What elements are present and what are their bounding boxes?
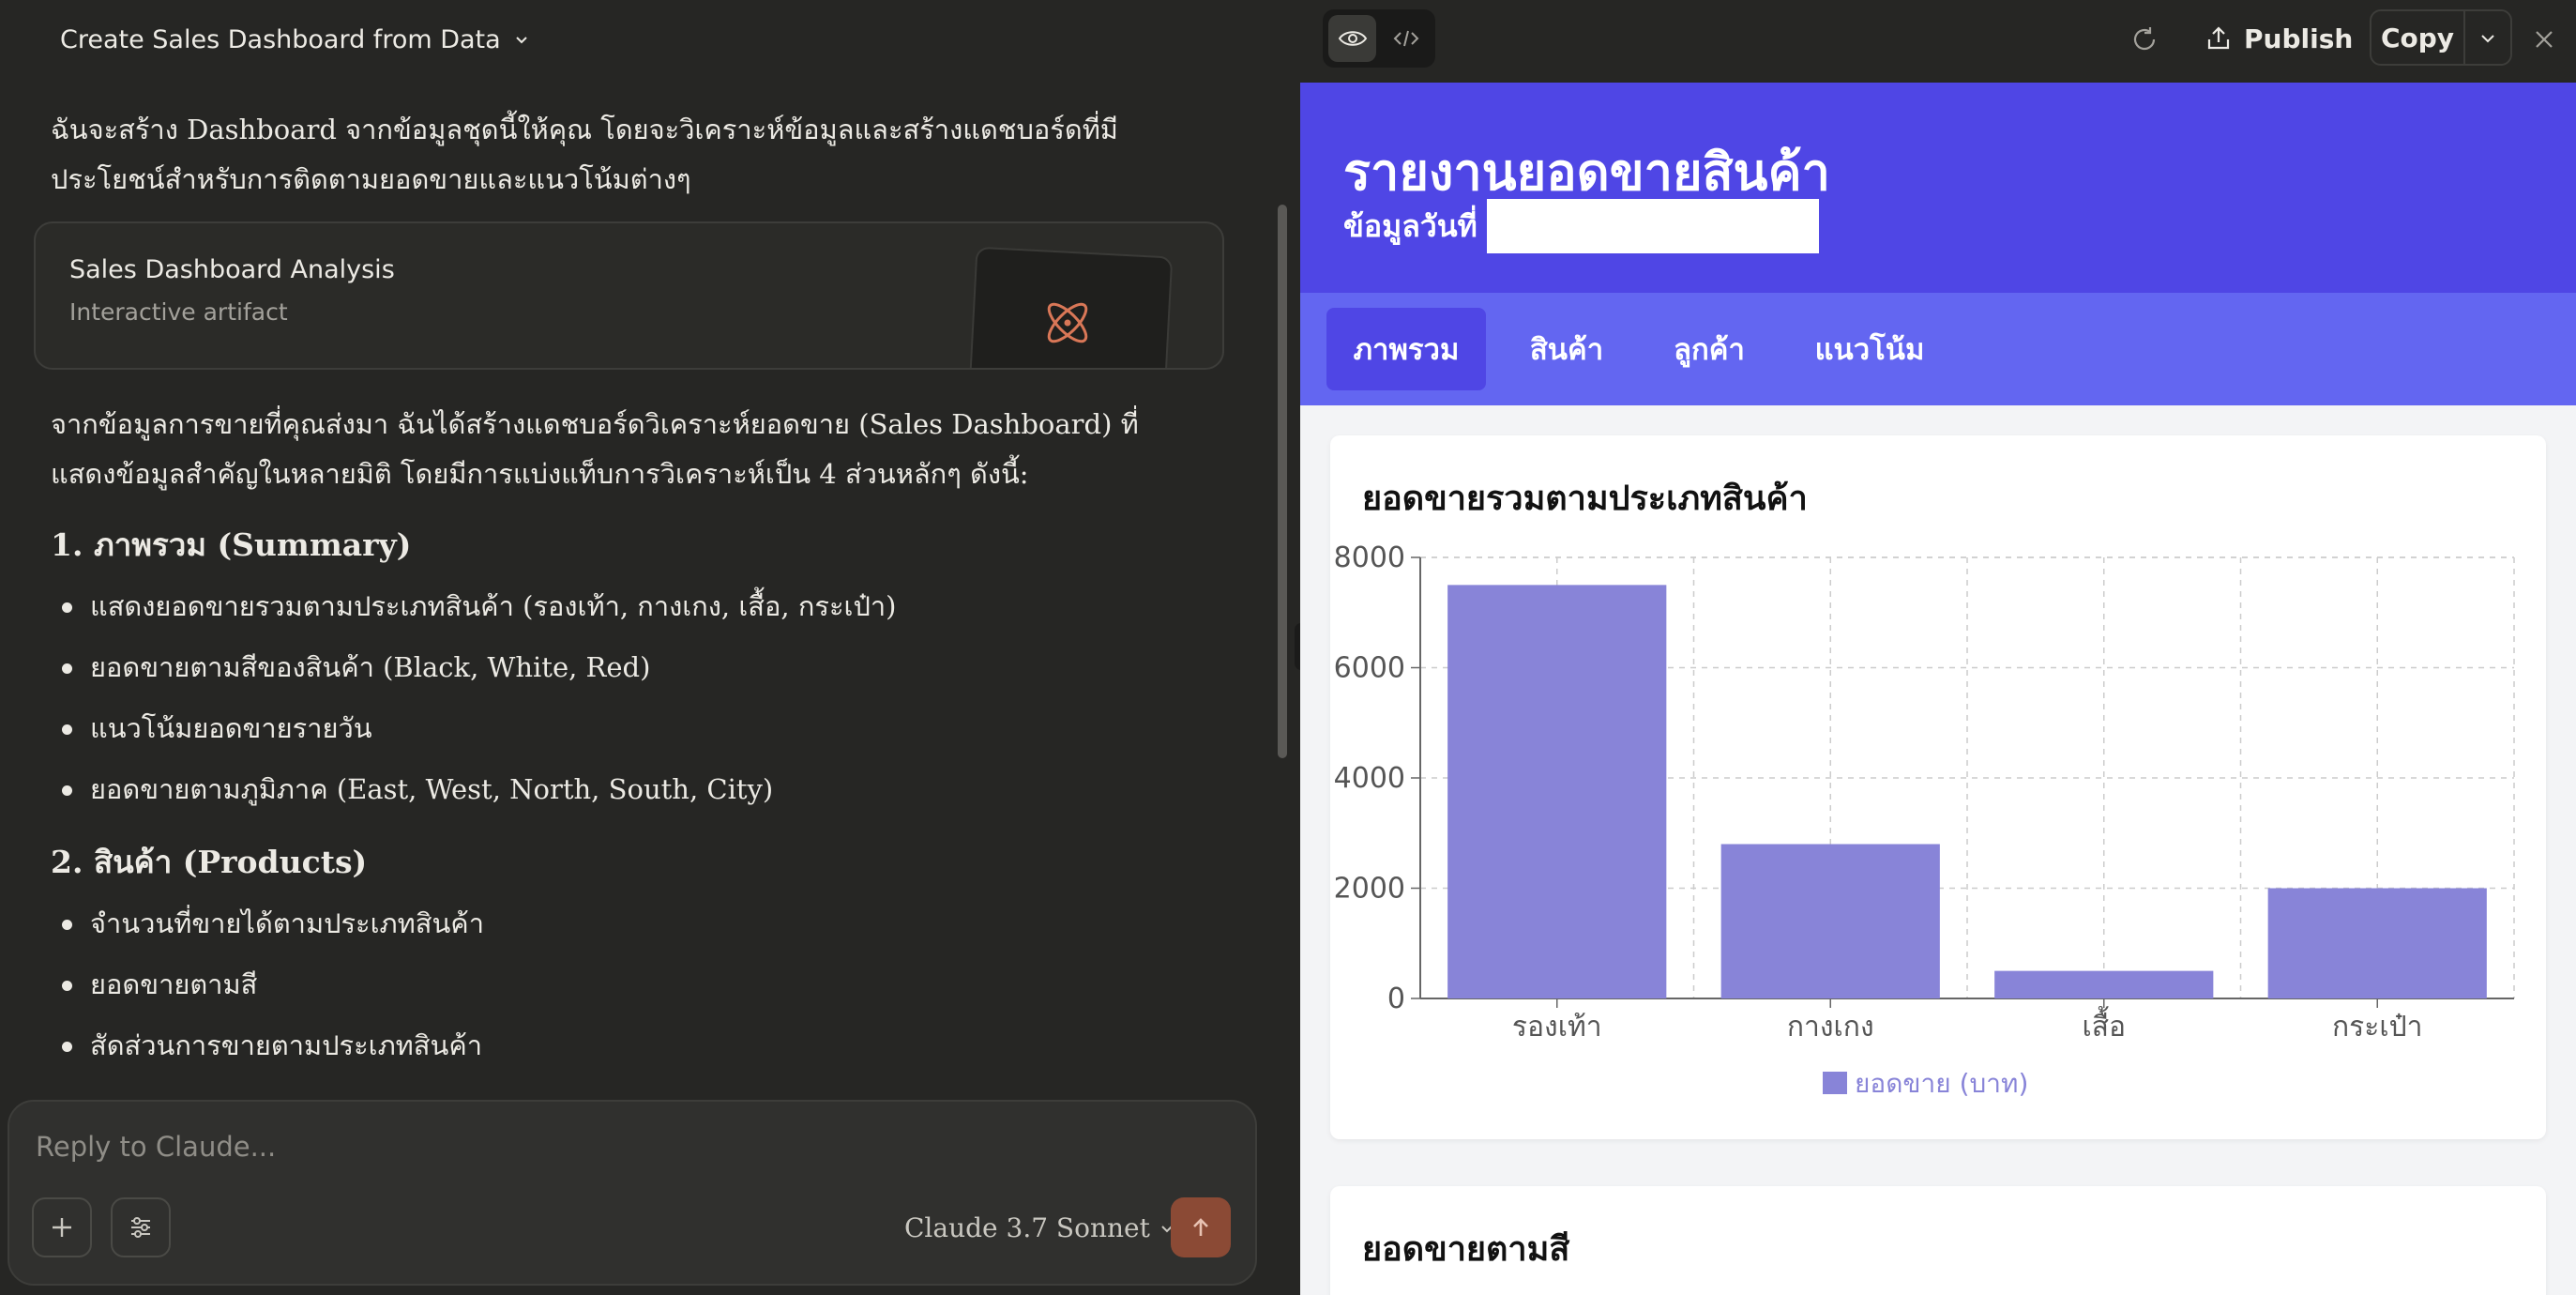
reply-input[interactable]	[36, 1126, 1161, 1167]
preview-toggle[interactable]	[1328, 15, 1376, 62]
model-name: Claude 3.7 Sonnet	[904, 1212, 1150, 1243]
plus-icon	[53, 1218, 71, 1237]
refresh-button[interactable]	[2126, 21, 2163, 58]
x-tick-label: เสื้อ	[2082, 1006, 2126, 1044]
bar	[2267, 888, 2487, 998]
section-heading-summary: 1. ภาพรวม (Summary)	[51, 526, 412, 563]
y-tick-label: 2000	[1334, 873, 1405, 906]
chevron-down-icon	[515, 37, 527, 44]
conversation-title: Create Sales Dashboard from Data	[60, 24, 501, 54]
conversation-title-menu[interactable]: Create Sales Dashboard from Data	[60, 23, 529, 56]
tab-products[interactable]: สินค้า	[1505, 308, 1629, 390]
y-tick-label: 6000	[1334, 652, 1405, 685]
model-selector[interactable]: Claude 3.7 Sonnet	[904, 1212, 1174, 1243]
chevron-down-icon	[2481, 35, 2494, 43]
bar	[1994, 970, 2214, 998]
send-button[interactable]	[1171, 1197, 1231, 1257]
copy-button-group: Copy	[2370, 9, 2512, 66]
color-chart-title: ยอดขายตามสี	[1362, 1230, 1570, 1269]
artifact-toolbar: Publish Copy	[1300, 0, 2576, 83]
composer: Claude 3.7 Sonnet	[8, 1100, 1257, 1286]
list-item: ยอดขายตามสี	[61, 966, 257, 1003]
tab-trends[interactable]: แนวโน้ม	[1790, 308, 1949, 390]
report-date-label: ข้อมูลวันที่	[1343, 207, 1477, 244]
x-tick-label: กางเกง	[1787, 1011, 1874, 1044]
report-tabs: ภาพรวม สินค้า ลูกค้า แนวโน้ม	[1300, 293, 2576, 405]
chart-card: ยอดขายรวมตามประเภทสินค้า 0 2000 4000 6000 80…	[1330, 435, 2546, 1139]
artifact-card[interactable]: Sales Dashboard Analysis Interactive art…	[34, 221, 1224, 370]
artifact-subtitle: Interactive artifact	[69, 298, 288, 326]
section-heading-products: 2. สินค้า (Products)	[51, 844, 368, 880]
legend-label: ยอดขาย (บาท)	[1855, 1068, 2028, 1099]
y-tick-label: 0	[1387, 983, 1405, 1015]
sliders-icon	[131, 1217, 150, 1238]
close-button[interactable]	[2525, 21, 2563, 58]
bar	[1720, 844, 1940, 998]
publish-button[interactable]: Publish	[2206, 17, 2353, 60]
list-item: สัดส่วนการขายตามประเภทสินค้า	[61, 1027, 482, 1064]
artifact-title: Sales Dashboard Analysis	[69, 255, 395, 284]
refresh-icon	[2133, 27, 2156, 51]
list-item: ยอดขายตามสีของสินค้า (Black, White, Red)	[61, 648, 650, 686]
list-item: จำนวนที่ขายได้ตามประเภทสินค้า	[62, 905, 484, 942]
chat-scrollbar[interactable]	[1278, 205, 1287, 758]
upload-icon	[2207, 26, 2230, 50]
tools-button[interactable]	[111, 1197, 171, 1257]
assistant-summary: จากข้อมูลการขายที่คุณส่งมา ฉันได้สร้างแด…	[51, 408, 1139, 490]
artifact-pane: Publish Copy รายงานยอดขายสินค้า ข้อมูลวั…	[1300, 0, 2576, 1295]
x-tick-label: กระเป๋า	[2332, 1011, 2423, 1044]
x-tick-label: รองเท้า	[1512, 1011, 1602, 1044]
bar	[1447, 585, 1667, 998]
publish-label: Publish	[2244, 23, 2354, 54]
add-attachment-button[interactable]	[32, 1197, 92, 1257]
eye-icon	[1338, 31, 1367, 46]
tab-customers[interactable]: ลูกค้า	[1647, 308, 1771, 390]
view-toggle	[1323, 9, 1435, 68]
chat-pane: Create Sales Dashboard from Data ฉันจะสร…	[0, 0, 1300, 1295]
copy-options-button[interactable]	[2465, 11, 2510, 64]
code-toggle[interactable]	[1382, 15, 1430, 62]
close-icon	[2536, 31, 2553, 48]
message-list: ฉันจะสร้าง Dashboard จากข้อมูลชุดนี้ให้ค…	[0, 94, 1272, 1089]
list-item: แสดงยอดขายรวมตามประเภทสินค้า (รองเท้า, ก…	[61, 587, 896, 625]
atom-icon	[1047, 302, 1088, 343]
copy-button[interactable]: Copy	[2371, 11, 2465, 64]
report-header: รายงานยอดขายสินค้า ข้อมูลวันที่	[1300, 83, 2576, 293]
y-tick-label: 8000	[1334, 541, 1405, 574]
report-date-value-box	[1486, 199, 1819, 253]
arrow-up-icon	[1193, 1218, 1208, 1236]
code-icon	[1393, 30, 1418, 47]
color-chart-card: ยอดขายตามสี	[1330, 1186, 2546, 1295]
y-tick-label: 4000	[1334, 762, 1405, 795]
report-date: ข้อมูลวันที่	[1343, 199, 1819, 253]
list-item: ยอดขายตามภูมิภาค (East, West, North, Sou…	[61, 770, 773, 808]
tab-overview[interactable]: ภาพรวม	[1326, 308, 1486, 390]
sales-by-category-chart: 0 2000 4000 6000 8000 รองเท้า กางเกง เสื้อ กระเป…	[1334, 541, 2515, 1099]
legend-swatch	[1823, 1072, 1847, 1094]
assistant-intro: ฉันจะสร้าง Dashboard จากข้อมูลชุดนี้ให้ค…	[51, 114, 1118, 195]
list-item: แนวโน้มยอดขายรายวัน	[62, 709, 372, 747]
